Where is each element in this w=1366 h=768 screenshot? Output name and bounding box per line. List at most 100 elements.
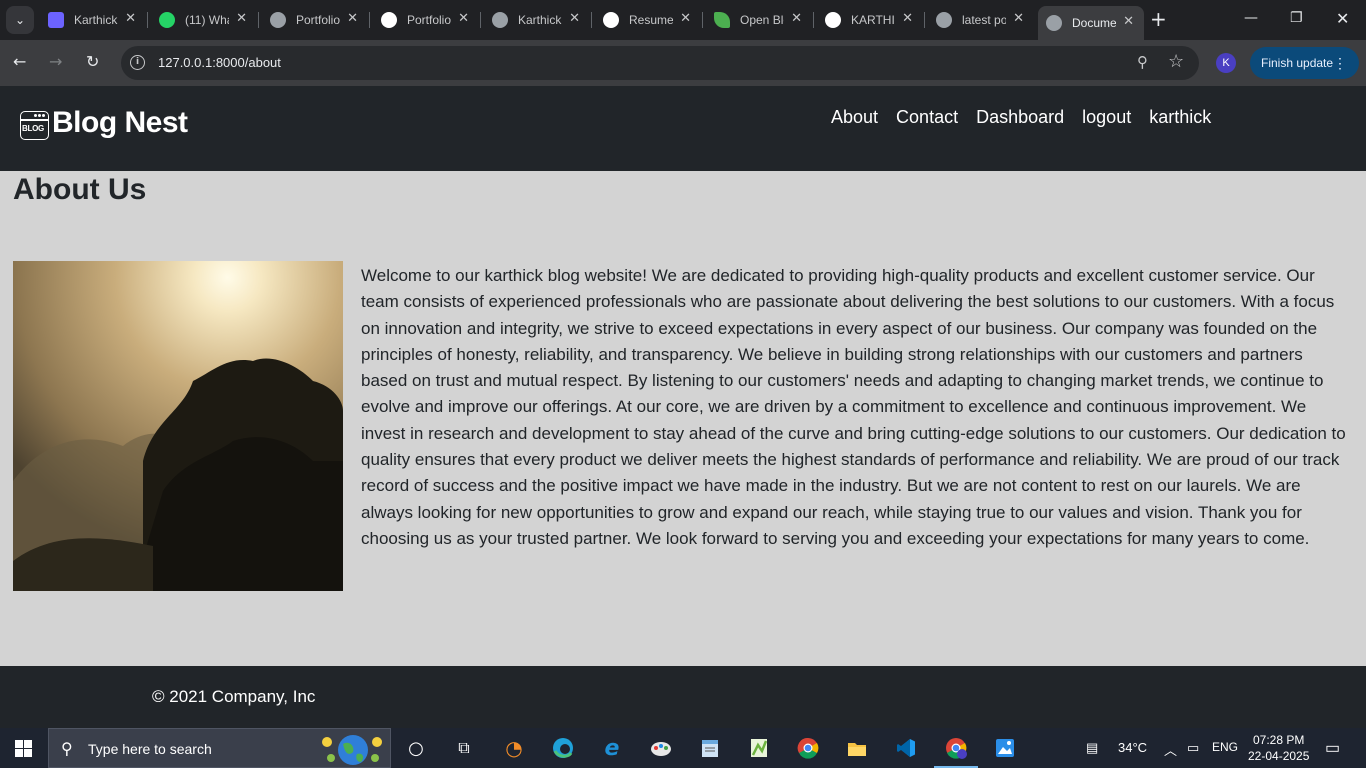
globe-icon (1046, 15, 1062, 31)
chrome-icon[interactable] (796, 736, 820, 760)
taskbar-search-box[interactable]: ⚲ Type here to search (48, 728, 391, 768)
tab-title: Document (1072, 16, 1116, 30)
copyright-text: © 2021 Company, Inc (152, 687, 316, 706)
about-paragraph: Welcome to our karthick blog website! We… (361, 266, 1346, 548)
leaf-icon (714, 12, 730, 28)
nav-user-link[interactable]: karthick (1149, 107, 1211, 128)
battery-icon[interactable]: ▭ (1187, 740, 1199, 756)
tab-search-chevron-icon[interactable]: ⌄ (6, 6, 34, 34)
browser-tab[interactable]: KARTHICK ✕ (817, 7, 925, 33)
close-tab-icon[interactable]: ✕ (347, 11, 358, 26)
browser-tab[interactable]: Portfolio ✕ (262, 7, 370, 33)
taskbar-clock[interactable]: 07:28 PM 22-04-2025 (1248, 732, 1309, 764)
browser-tab-active[interactable]: Document ✕ (1038, 6, 1144, 40)
paint-icon[interactable] (649, 736, 673, 760)
tab-title: (11) WhatsApp (185, 13, 229, 27)
file-explorer-icon[interactable] (845, 736, 869, 760)
clock-date: 22-04-2025 (1248, 749, 1310, 763)
tab-title: latest posts (962, 13, 1006, 27)
forward-arrow-icon[interactable]: → (49, 53, 62, 71)
notepad-icon[interactable] (698, 736, 722, 760)
site-header: BLOG Blog Nest About Contact Dashboard l… (0, 86, 1366, 171)
edge-icon[interactable] (551, 736, 575, 760)
about-image (13, 261, 343, 591)
globe-icon (936, 12, 952, 28)
nav-about-link[interactable]: About (831, 107, 878, 128)
close-tab-icon[interactable]: ✕ (236, 11, 247, 26)
brand-logo-link[interactable]: BLOG Blog Nest (20, 106, 188, 140)
close-tab-icon[interactable]: ✕ (569, 11, 580, 26)
notifications-icon[interactable]: ▭ (1325, 738, 1340, 758)
clock-time: 07:28 PM (1253, 733, 1305, 747)
tab-title: Resume (629, 13, 673, 27)
weather-temperature[interactable]: 34°C (1118, 740, 1147, 755)
vscode-icon[interactable] (894, 736, 918, 760)
restore-icon[interactable]: ❐ (1290, 10, 1303, 26)
tab-title: Karthick (74, 13, 118, 27)
browser-tab[interactable]: (11) WhatsApp ✕ (151, 7, 259, 33)
windows-start-icon[interactable] (15, 740, 32, 757)
whatsapp-icon (159, 12, 175, 28)
finish-update-button[interactable]: Finish update ⋮ (1250, 47, 1359, 79)
notepad-plus-icon[interactable] (747, 736, 771, 760)
logo-text: BLOG (22, 124, 44, 133)
url-text[interactable]: 127.0.0.1:8000/about (158, 55, 281, 70)
ie-icon[interactable]: e (600, 736, 624, 761)
globe-icon (270, 12, 286, 28)
minimize-icon[interactable]: — (1244, 10, 1258, 26)
windows-taskbar: ⚲ Type here to search ○ ⧉ ◔ e ▤ 34°C ︿ ▭… (0, 728, 1366, 768)
menu-dots-icon: ⋮ (1333, 55, 1347, 71)
nav-logout-link[interactable]: logout (1082, 107, 1131, 128)
close-tab-icon[interactable]: ✕ (791, 11, 802, 26)
github-icon (825, 12, 841, 28)
tray-chevron-icon[interactable]: ︿ (1164, 740, 1177, 759)
globe-icon (492, 12, 508, 28)
reload-icon[interactable]: ↻ (86, 53, 99, 71)
browser-tab[interactable]: Open Blog ✕ (706, 7, 814, 33)
address-bar[interactable]: i 127.0.0.1:8000/about ⚲ ☆ (121, 46, 1199, 80)
nav-contact-link[interactable]: Contact (896, 107, 958, 128)
close-tab-icon[interactable]: ✕ (125, 11, 136, 26)
tab-title: KARTHICK (851, 13, 895, 27)
close-tab-icon[interactable]: ✕ (902, 11, 913, 26)
browser-toolbar: ← → ↻ i 127.0.0.1:8000/about ⚲ ☆ K Finis… (0, 40, 1366, 86)
close-tab-icon[interactable]: ✕ (458, 11, 469, 26)
close-tab-icon[interactable]: ✕ (680, 11, 691, 26)
browser-tab[interactable]: Karthick ✕ (484, 7, 592, 33)
github-icon (381, 12, 397, 28)
tab-title: Karthick (518, 13, 562, 27)
photos-icon[interactable] (993, 736, 1017, 760)
close-window-icon[interactable]: ✕ (1336, 9, 1349, 28)
blog-logo-icon: BLOG (20, 111, 49, 140)
new-tab-button[interactable]: + (1150, 9, 1167, 29)
tab-title: Portfolio (296, 13, 340, 27)
search-placeholder: Type here to search (88, 741, 212, 757)
brand-name: Blog Nest (52, 106, 188, 139)
browser-tab[interactable]: Resume ✕ (595, 7, 703, 33)
tab-title: Portfolio (407, 13, 451, 27)
zoom-icon[interactable]: ⚲ (1137, 53, 1148, 71)
weather-icon[interactable]: ▤ (1086, 740, 1098, 756)
site-footer: © 2021 Company, Inc (0, 666, 1366, 728)
cortana-icon[interactable]: ○ (404, 736, 428, 760)
profile-avatar[interactable]: K (1216, 53, 1236, 73)
input-language[interactable]: ENG (1212, 740, 1238, 754)
close-tab-icon[interactable]: ✕ (1013, 11, 1024, 26)
browser-tab[interactable]: Portfolio ✕ (373, 7, 481, 33)
back-arrow-icon[interactable]: ← (13, 53, 26, 71)
bookmark-star-icon[interactable]: ☆ (1168, 51, 1184, 72)
browser-tab-strip: ⌄ Karthick ✕ (11) WhatsApp ✕ Portfolio ✕… (0, 0, 1366, 40)
close-tab-icon[interactable]: ✕ (1123, 14, 1134, 29)
nav-dashboard-link[interactable]: Dashboard (976, 107, 1064, 128)
finish-update-label: Finish update (1261, 56, 1334, 70)
chrome-profile-icon[interactable] (934, 736, 978, 768)
site-nav: About Contact Dashboard logout karthick (831, 107, 1229, 128)
browser-tab[interactable]: Karthick ✕ (40, 7, 148, 33)
search-icon: ⚲ (61, 739, 73, 758)
task-view-icon[interactable]: ⧉ (452, 736, 476, 760)
site-info-icon[interactable]: i (130, 55, 145, 70)
eclipse-icon[interactable]: ◔ (502, 736, 526, 760)
browser-tab[interactable]: latest posts ✕ (928, 7, 1034, 33)
tab-title: Open Blog (740, 13, 784, 27)
app-icon (48, 12, 64, 28)
